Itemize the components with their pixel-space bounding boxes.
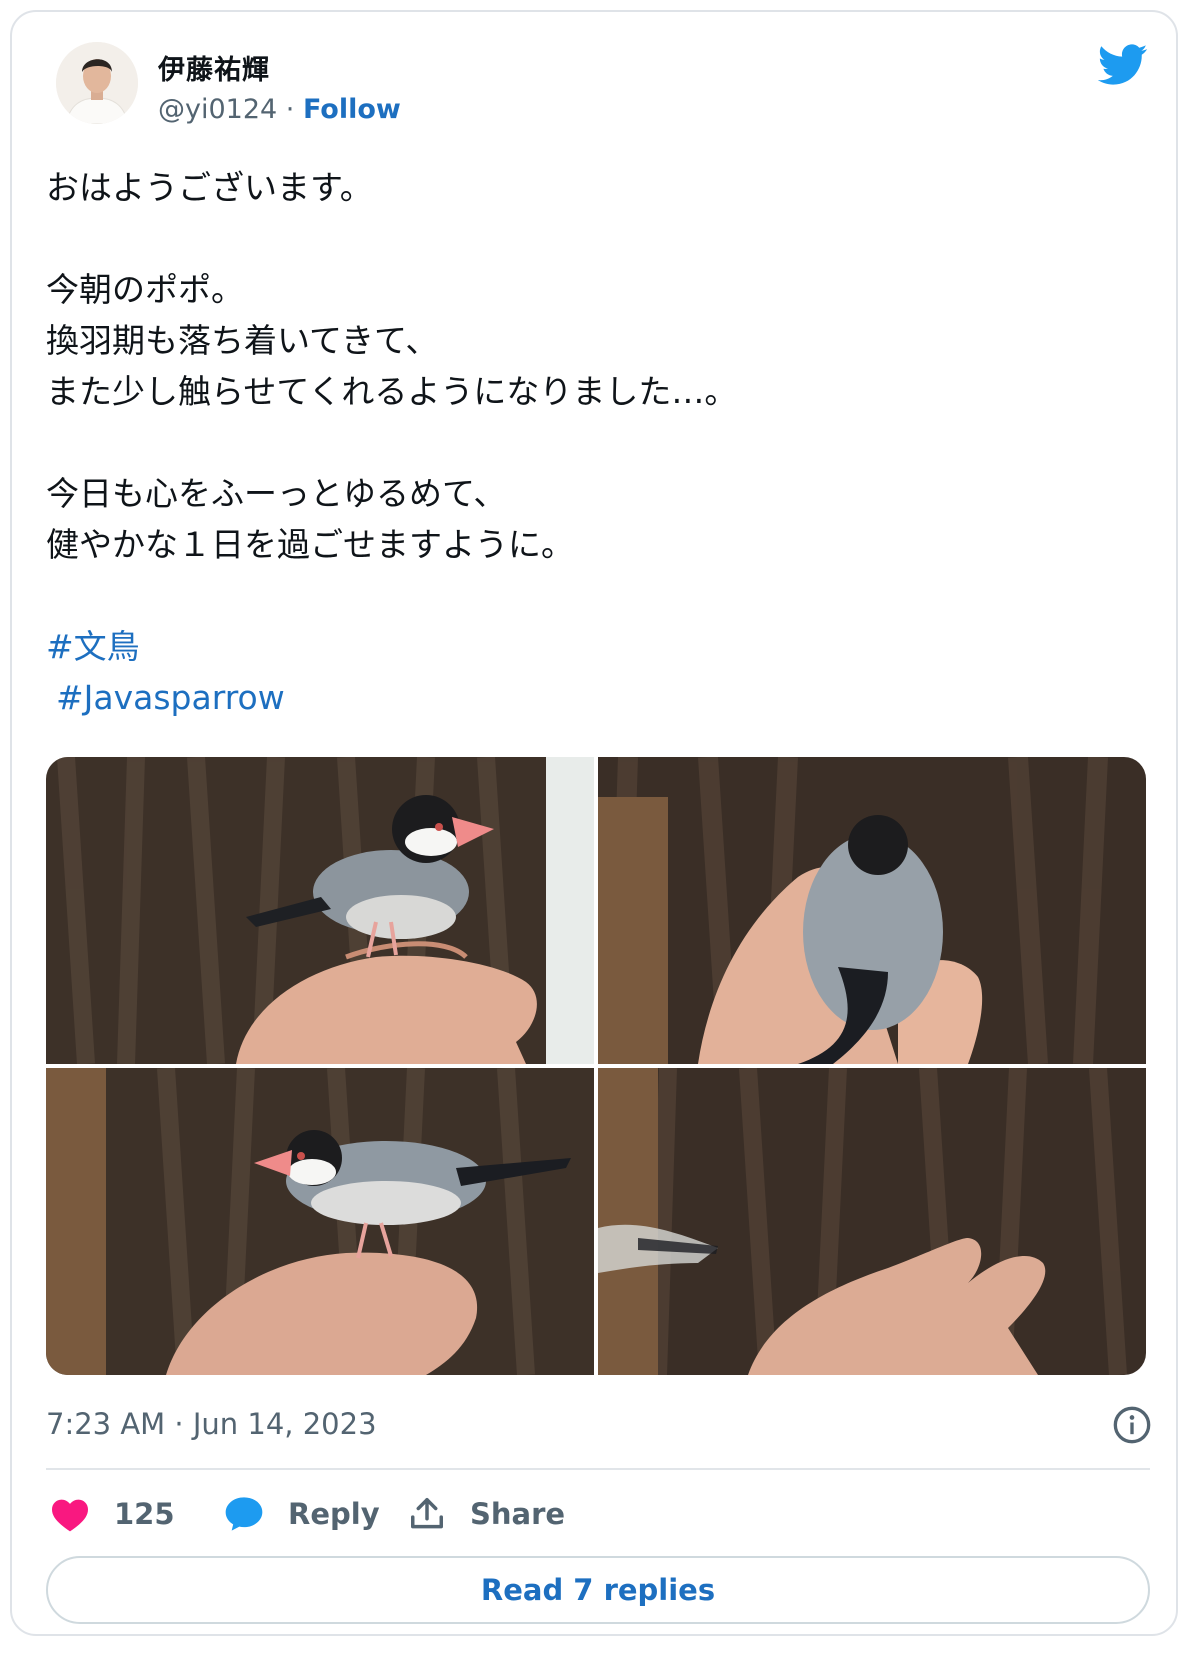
photo-java-sparrow-on-finger[interactable] <box>46 757 594 1064</box>
divider <box>46 1468 1150 1470</box>
avatar[interactable] <box>56 42 138 124</box>
read-replies-button[interactable]: Read 7 replies <box>46 1556 1150 1624</box>
like-count: 125 <box>114 1497 175 1531</box>
tweet-line: 健やかな１日を過ごせますように。 <box>46 525 574 564</box>
tweet-text: おはようございます。 今朝のポポ。 換羽期も落ち着いてきて、 また少し触らせてく… <box>46 162 1146 723</box>
tweet-line: 今朝のポポ。 <box>46 270 244 309</box>
hashtag-link[interactable]: #Javasparrow <box>56 672 285 723</box>
user-handle[interactable]: @yi0124 <box>158 94 277 125</box>
reply-label: Reply <box>288 1497 380 1531</box>
photo-java-sparrow-back-in-hand[interactable] <box>598 757 1146 1064</box>
photo-java-sparrow-side-on-finger[interactable] <box>46 1068 594 1375</box>
separator-dot: · <box>277 94 303 125</box>
share-button[interactable]: Share <box>408 1490 565 1538</box>
tweet-card: 伊藤祐輝 @yi0124 · Follow おはようございます。 今朝のポポ。 … <box>10 10 1178 1636</box>
tweet-line: 今日も心をふーっとゆるめて、 <box>46 474 507 513</box>
heart-icon <box>52 1499 88 1532</box>
reply-button[interactable]: Reply <box>224 1490 380 1538</box>
photo-java-sparrow-flying-away[interactable] <box>598 1068 1146 1375</box>
tweet-line: おはようございます。 <box>46 168 373 207</box>
tweet-timestamp[interactable]: 7:23 AM · Jun 14, 2023 <box>46 1407 377 1441</box>
like-button[interactable]: 125 <box>50 1490 175 1538</box>
handle-line: @yi0124 · Follow <box>158 94 401 125</box>
share-label: Share <box>470 1497 566 1531</box>
twitter-bird-icon[interactable] <box>1098 44 1148 86</box>
avatar-portrait <box>56 42 138 124</box>
tweet-line: 換羽期も落ち着いてきて、 <box>46 321 439 360</box>
display-name[interactable]: 伊藤祐輝 <box>158 48 270 87</box>
info-icon[interactable] <box>1112 1405 1152 1445</box>
hashtag-link[interactable]: #文鳥 <box>46 621 140 672</box>
reply-bubble-icon <box>225 1497 263 1531</box>
share-icon <box>411 1498 443 1529</box>
tweet-line: また少し触らせてくれるようになりました…。 <box>46 372 738 411</box>
follow-link[interactable]: Follow <box>303 94 401 125</box>
photo-grid[interactable] <box>46 757 1146 1375</box>
